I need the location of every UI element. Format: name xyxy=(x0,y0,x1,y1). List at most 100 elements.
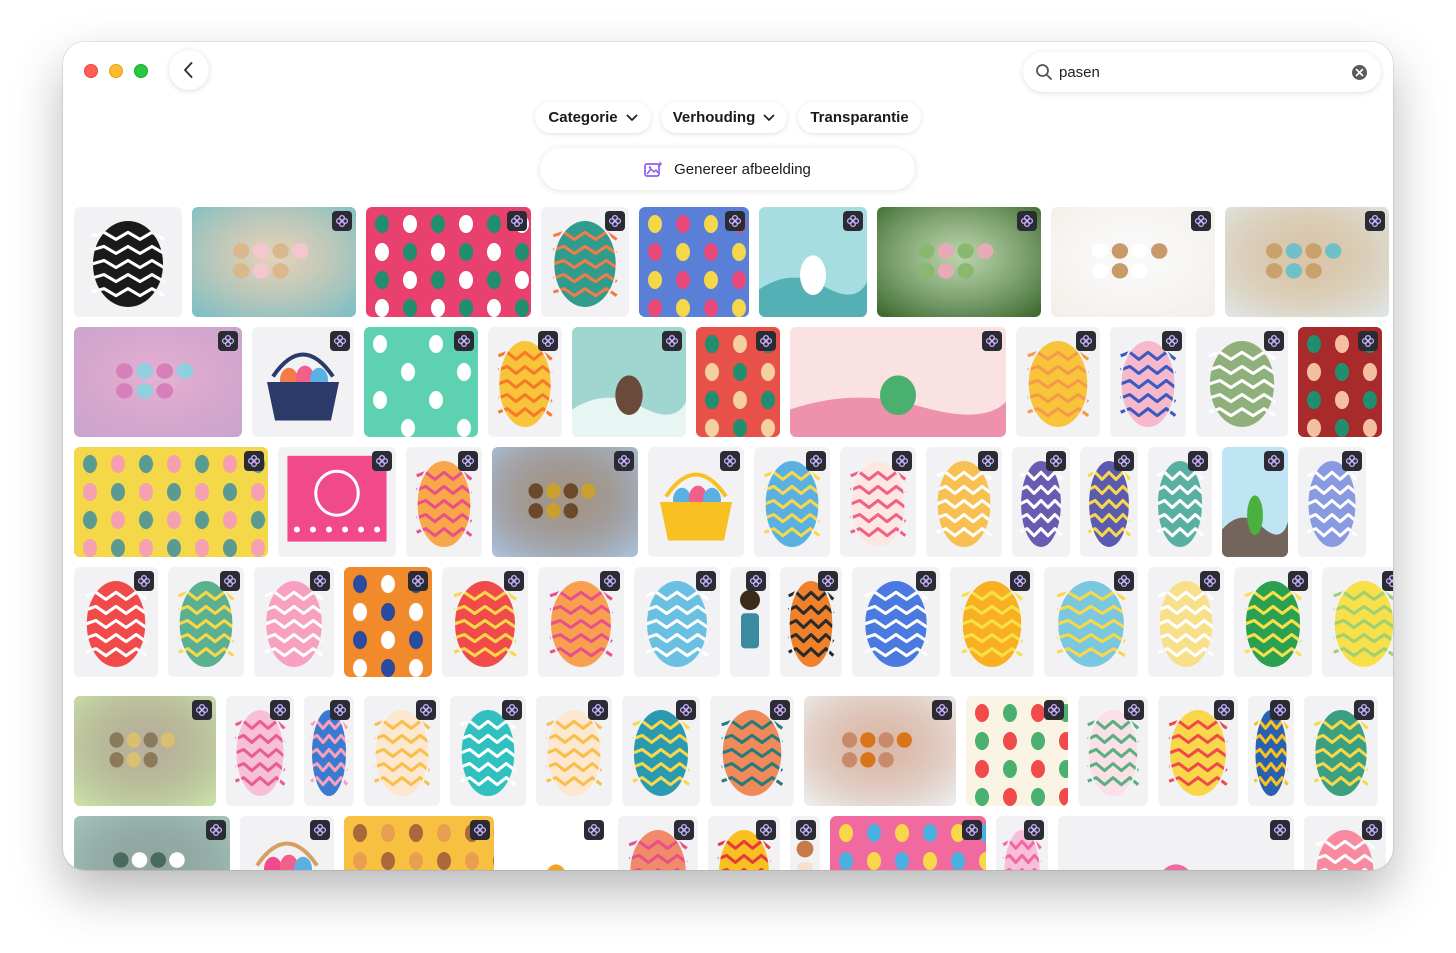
ai-flower-badge-icon xyxy=(310,571,330,591)
result-tile[interactable] xyxy=(877,207,1041,317)
result-tile[interactable] xyxy=(536,696,612,806)
result-tile[interactable] xyxy=(1304,816,1386,870)
result-tile[interactable] xyxy=(1322,567,1393,677)
ai-flower-badge-icon xyxy=(725,211,745,231)
ratio-filter-dropdown[interactable]: Verhouding xyxy=(661,102,787,133)
search-bar[interactable] xyxy=(1023,52,1381,92)
result-tile[interactable] xyxy=(926,447,1002,557)
result-tile[interactable] xyxy=(406,447,482,557)
result-tile[interactable] xyxy=(1304,696,1378,806)
ai-flower-badge-icon xyxy=(1191,211,1211,231)
result-tile[interactable] xyxy=(1148,447,1212,557)
result-tile[interactable] xyxy=(1016,327,1100,437)
result-tile[interactable] xyxy=(1248,696,1294,806)
ai-flower-badge-icon xyxy=(1162,331,1182,351)
result-tile[interactable] xyxy=(730,567,770,677)
result-tile[interactable] xyxy=(488,327,562,437)
result-tile[interactable] xyxy=(168,567,244,677)
result-thumbnail xyxy=(74,207,182,317)
ai-flower-badge-icon xyxy=(1264,451,1284,471)
result-tile[interactable] xyxy=(366,207,531,317)
result-tile[interactable] xyxy=(1158,696,1238,806)
result-tile[interactable] xyxy=(1225,207,1389,317)
result-tile[interactable] xyxy=(790,816,820,870)
ai-flower-badge-icon xyxy=(614,451,634,471)
result-tile[interactable] xyxy=(344,816,494,870)
ai-flower-badge-icon xyxy=(916,571,936,591)
result-tile[interactable] xyxy=(622,696,700,806)
result-tile[interactable] xyxy=(804,696,956,806)
result-tile[interactable] xyxy=(830,816,986,870)
result-tile[interactable] xyxy=(304,696,354,806)
result-tile[interactable] xyxy=(450,696,526,806)
ai-flower-badge-icon xyxy=(932,700,952,720)
result-tile[interactable] xyxy=(1234,567,1312,677)
clear-search-icon[interactable] xyxy=(1352,65,1367,80)
result-tile[interactable] xyxy=(710,696,794,806)
result-tile[interactable] xyxy=(754,447,830,557)
result-tile[interactable] xyxy=(840,447,916,557)
result-tile[interactable] xyxy=(252,327,354,437)
ai-flower-badge-icon xyxy=(1114,571,1134,591)
result-tile[interactable] xyxy=(278,447,396,557)
search-input[interactable] xyxy=(1059,60,1339,84)
result-tile[interactable] xyxy=(442,567,528,677)
ai-flower-badge-icon xyxy=(1264,331,1284,351)
result-tile[interactable] xyxy=(639,207,749,317)
result-tile[interactable] xyxy=(634,567,720,677)
ai-flower-badge-icon xyxy=(662,331,682,351)
back-button[interactable] xyxy=(169,50,209,90)
result-tile[interactable] xyxy=(1148,567,1224,677)
ai-flower-badge-icon xyxy=(843,211,863,231)
ai-flower-badge-icon xyxy=(892,451,912,471)
result-tile[interactable] xyxy=(618,816,698,870)
result-thumbnail xyxy=(74,327,242,437)
result-tile[interactable] xyxy=(1012,447,1070,557)
result-tile[interactable] xyxy=(759,207,867,317)
result-tile[interactable] xyxy=(572,327,686,437)
result-tile[interactable] xyxy=(1110,327,1186,437)
result-tile[interactable] xyxy=(492,447,638,557)
result-tile[interactable] xyxy=(538,567,624,677)
result-tile[interactable] xyxy=(852,567,940,677)
result-tile[interactable] xyxy=(74,816,230,870)
result-tile[interactable] xyxy=(1298,327,1382,437)
result-tile[interactable] xyxy=(996,816,1048,870)
result-tile[interactable] xyxy=(504,816,608,870)
category-filter-dropdown[interactable]: Categorie xyxy=(535,102,651,133)
result-tile[interactable] xyxy=(1051,207,1215,317)
result-tile[interactable] xyxy=(790,327,1006,437)
result-tile[interactable] xyxy=(74,696,216,806)
result-tile[interactable] xyxy=(226,696,294,806)
result-tile[interactable] xyxy=(192,207,356,317)
result-tile[interactable] xyxy=(1222,447,1288,557)
transparency-filter-button[interactable]: Transparantie xyxy=(798,102,921,133)
result-tile[interactable] xyxy=(344,567,432,677)
result-tile[interactable] xyxy=(364,696,440,806)
result-tile[interactable] xyxy=(1078,696,1148,806)
result-tile[interactable] xyxy=(950,567,1034,677)
result-tile[interactable] xyxy=(240,816,334,870)
ai-flower-badge-icon xyxy=(332,211,352,231)
result-tile[interactable] xyxy=(696,327,780,437)
result-tile[interactable] xyxy=(1298,447,1366,557)
result-tile[interactable] xyxy=(74,207,182,317)
result-tile[interactable] xyxy=(1196,327,1288,437)
result-tile[interactable] xyxy=(541,207,629,317)
result-tile[interactable] xyxy=(648,447,744,557)
result-tile[interactable] xyxy=(1080,447,1138,557)
result-tile[interactable] xyxy=(254,567,334,677)
result-tile[interactable] xyxy=(1058,816,1294,870)
result-tile[interactable] xyxy=(364,327,478,437)
result-tile[interactable] xyxy=(74,327,242,437)
result-tile[interactable] xyxy=(966,696,1068,806)
result-tile[interactable] xyxy=(1044,567,1138,677)
ai-flower-badge-icon xyxy=(674,820,694,840)
result-tile[interactable] xyxy=(708,816,780,870)
result-tile[interactable] xyxy=(74,567,158,677)
result-tile[interactable] xyxy=(74,447,268,557)
ai-flower-badge-icon xyxy=(416,700,436,720)
generate-image-button[interactable]: Genereer afbeelding xyxy=(540,148,915,190)
ai-flower-badge-icon xyxy=(372,451,392,471)
result-tile[interactable] xyxy=(780,567,842,677)
